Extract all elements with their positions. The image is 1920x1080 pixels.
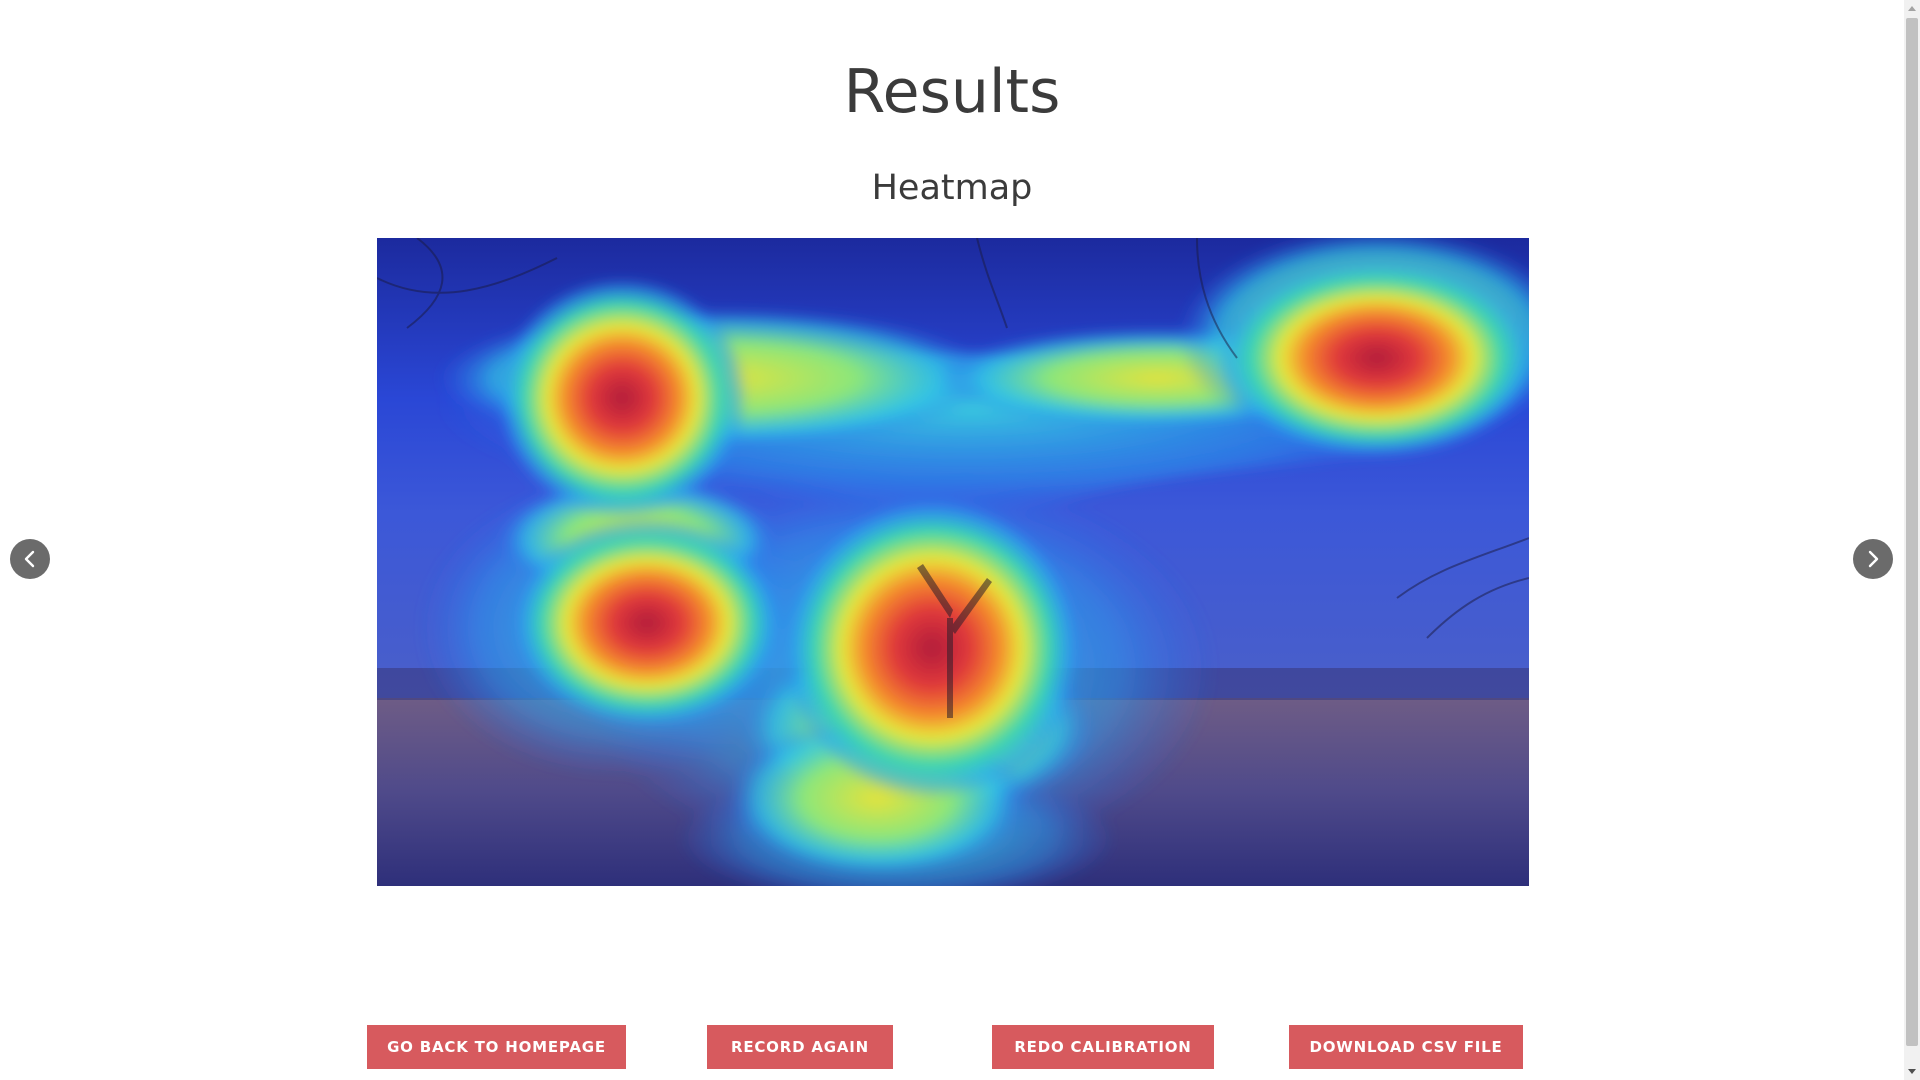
chevron-left-icon xyxy=(20,549,40,569)
heatmap-image xyxy=(377,238,1529,886)
record-again-button[interactable]: RECORD AGAIN xyxy=(707,1025,893,1069)
carousel-prev-button[interactable] xyxy=(10,539,50,579)
heatmap-heading: Heatmap xyxy=(871,168,1033,208)
chevron-right-icon xyxy=(1863,549,1883,569)
page-title: Results xyxy=(843,57,1061,127)
go-back-homepage-button[interactable]: GO BACK TO HOMEPAGE xyxy=(367,1025,626,1069)
page-scrollbar[interactable] xyxy=(1904,0,1920,1080)
scrollbar-thumb[interactable] xyxy=(1906,18,1918,1046)
redo-calibration-button[interactable]: REDO CALIBRATION xyxy=(992,1025,1214,1069)
scroll-down-icon[interactable] xyxy=(1904,1064,1920,1080)
carousel-next-button[interactable] xyxy=(1853,539,1893,579)
download-csv-button[interactable]: DOWNLOAD CSV FILE xyxy=(1289,1025,1523,1069)
results-page: Results Heatmap GO BACK TO HOMEPAGE RECO… xyxy=(0,0,1920,1080)
scroll-up-icon[interactable] xyxy=(1904,0,1920,16)
